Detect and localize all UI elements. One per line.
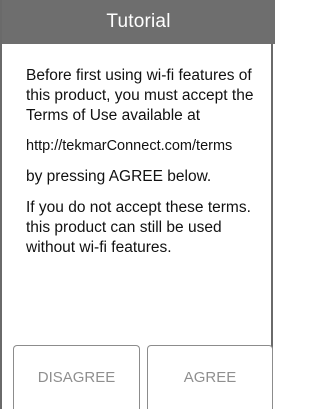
- agree-button[interactable]: AGREE: [147, 345, 273, 409]
- terms-paragraph-agree-instruction: by pressing AGREE below.: [26, 168, 212, 185]
- disagree-button-label: DISAGREE: [37, 369, 116, 386]
- dialog-title-bar: Tutorial: [2, 0, 275, 44]
- terms-paragraph-intro: Before first using wi-fi features of thi…: [26, 67, 254, 124]
- tutorial-dialog: Tutorial Before first using wi-fi featur…: [0, 0, 275, 409]
- agree-button-label: AGREE: [183, 369, 237, 386]
- terms-url: http://tekmarConnect.com/terms: [26, 138, 233, 154]
- terms-message: Before first using wi-fi features of thi…: [26, 66, 269, 258]
- dialog-title: Tutorial: [106, 11, 171, 32]
- terms-paragraph-decline-note: If you do not accept these terms. this p…: [26, 199, 251, 256]
- disagree-button[interactable]: DISAGREE: [13, 345, 140, 409]
